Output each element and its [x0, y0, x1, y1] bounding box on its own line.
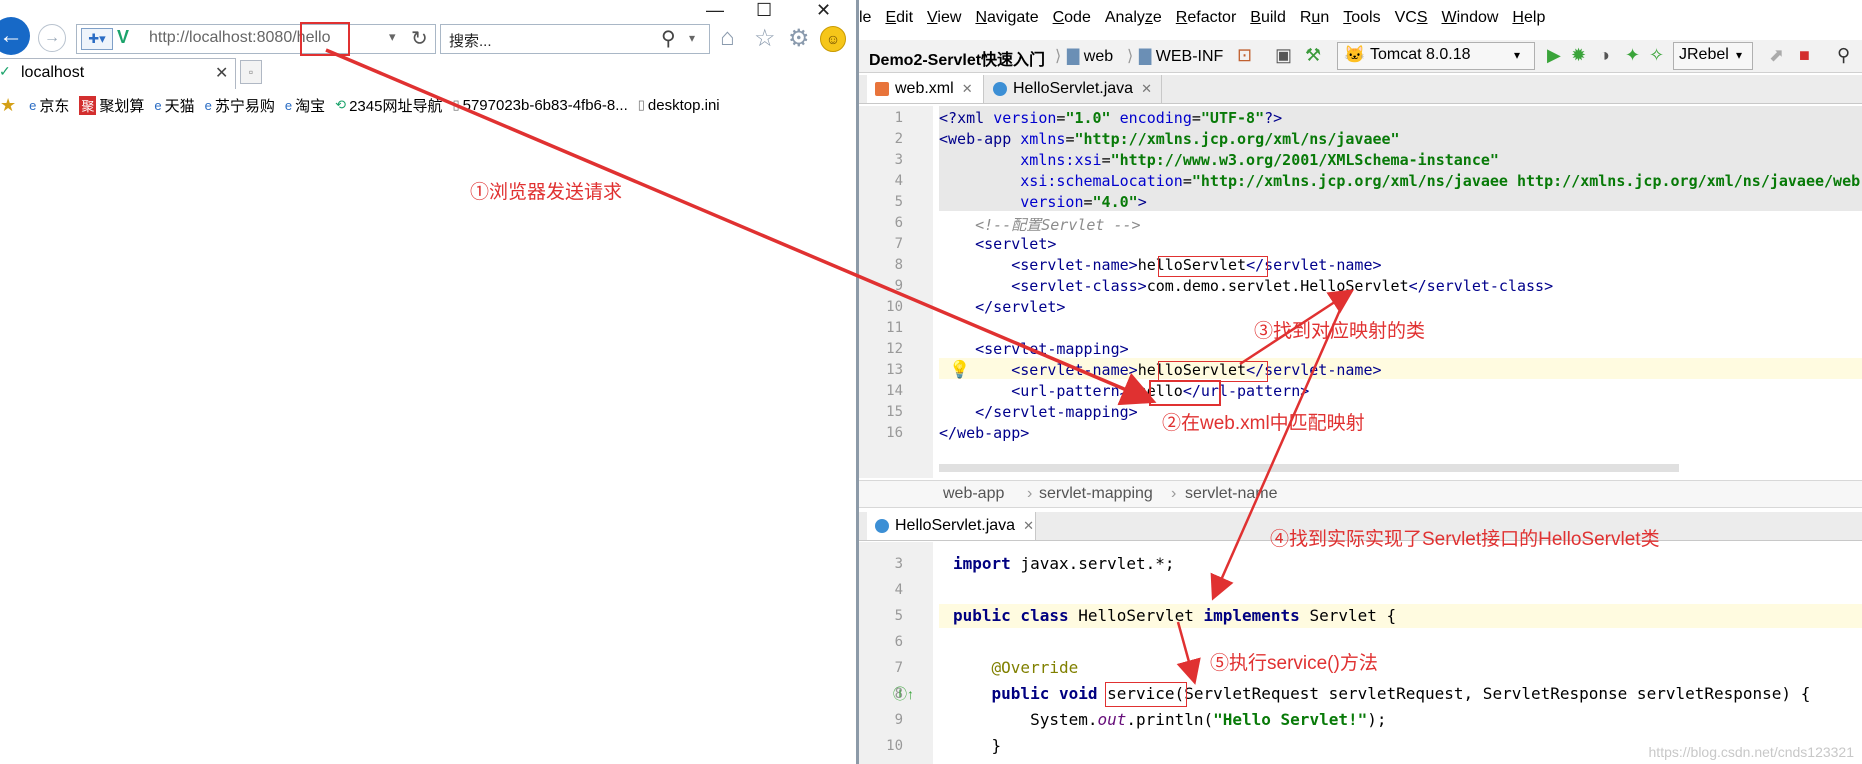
arrow-step-3 [1239, 289, 1355, 366]
arrow-step-4 [1210, 309, 1342, 601]
arrow-step-1 [325, 48, 1157, 406]
arrow-step-5 [1176, 621, 1201, 685]
flow-arrows [325, 48, 1355, 685]
